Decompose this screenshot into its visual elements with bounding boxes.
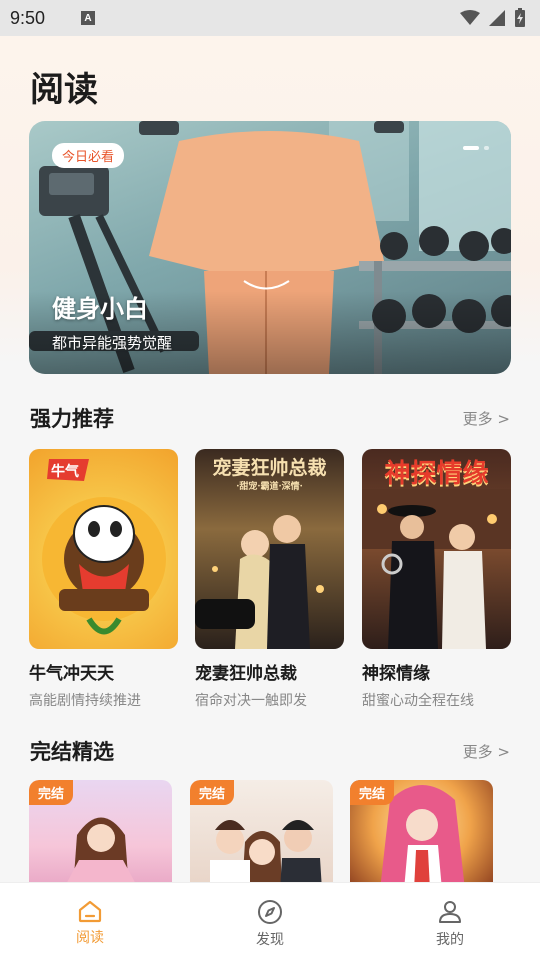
book-card[interactable]: 牛气 牛气冲天天 高能剧情持续推进	[29, 449, 178, 710]
cover-title: 宠妻狂帅总裁	[212, 457, 327, 479]
more-link-recommend[interactable]: 更多 >	[463, 408, 510, 429]
finished-badge: 完结	[29, 780, 74, 805]
banner-subtitle: 都市异能强势觉醒	[52, 334, 173, 352]
carousel-indicator	[463, 146, 489, 150]
person-icon	[439, 901, 461, 923]
book-card[interactable]: 神探情缘 神探情缘 甜蜜心动全程在线	[362, 449, 511, 710]
wifi-icon	[460, 10, 480, 25]
book-title: 牛气冲天天	[29, 664, 114, 684]
tab-label: 阅读	[76, 930, 104, 946]
book-cover: 牛气	[29, 449, 178, 649]
compass-icon	[258, 900, 282, 924]
book-title: 神探情缘	[362, 664, 430, 684]
section-title-finished: 完结精选	[30, 740, 114, 764]
status-time: 9:50	[10, 7, 46, 28]
banner-title: 健身小白	[52, 295, 148, 323]
notification-indicator: A	[81, 11, 96, 25]
signal-icon	[489, 10, 505, 26]
book-title: 宠妻狂帅总裁	[195, 664, 297, 684]
tab-discover[interactable]: 发现	[180, 883, 360, 960]
home-icon	[78, 900, 102, 923]
book-subtitle: 宿命对决一触即发	[195, 693, 307, 709]
battery-icon	[515, 8, 525, 27]
finished-badge: 完结	[350, 780, 395, 805]
cover-title: 神探情缘	[384, 459, 489, 489]
tab-label: 发现	[256, 932, 284, 948]
finished-book-cover[interactable]: 完结	[29, 780, 172, 890]
banner-tag: 今日必看	[52, 143, 125, 168]
tab-profile[interactable]: 我的	[360, 883, 540, 960]
book-cover: 宠妻狂帅总裁 ·甜宠·霸道·深情·	[195, 449, 344, 649]
cover-subtitle: ·甜宠·霸道·深情·	[236, 482, 303, 492]
book-subtitle: 高能剧情持续推进	[29, 693, 141, 709]
tab-label: 我的	[436, 932, 464, 948]
featured-banner[interactable]: 今日必看 健身小白 都市异能强势觉醒	[29, 121, 511, 374]
section-title-recommend: 强力推荐	[30, 407, 114, 431]
book-card[interactable]: 宠妻狂帅总裁 ·甜宠·霸道·深情· 宠妻狂帅总裁 宿命对决一触即发	[195, 449, 344, 710]
book-cover: 神探情缘	[362, 449, 511, 649]
status-icons	[460, 8, 526, 28]
book-subtitle: 甜蜜心动全程在线	[362, 693, 474, 709]
carousel-dot-active	[463, 146, 479, 150]
finished-book-cover[interactable]: 完结	[190, 780, 333, 890]
status-bar: 9:50 A	[0, 0, 540, 36]
tab-reading[interactable]: 阅读	[0, 883, 180, 960]
carousel-dot	[484, 146, 489, 150]
more-link-finished[interactable]: 更多 >	[463, 741, 510, 762]
page-title: 阅读	[30, 70, 98, 110]
bottom-tab-bar: 阅读 发现 我的	[0, 882, 540, 960]
finished-badge: 完结	[190, 780, 235, 805]
svg-text:牛气: 牛气	[51, 463, 79, 480]
finished-book-cover[interactable]: 完结	[350, 780, 493, 890]
